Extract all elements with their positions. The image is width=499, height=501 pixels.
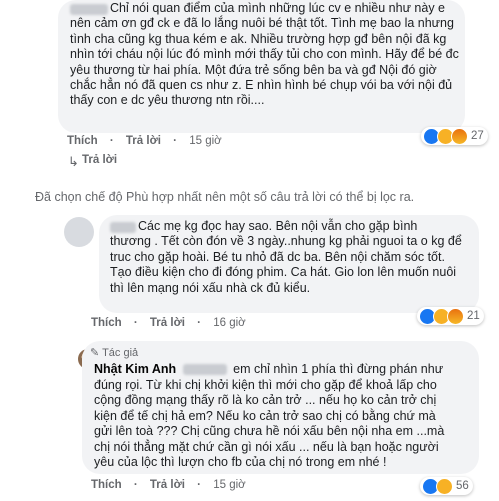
- reaction-summary-1[interactable]: 27: [421, 127, 488, 145]
- comment-first-line-3: Nhật Kim Anh em chỉ nhìn 1 phía thì đừng…: [94, 362, 443, 377]
- reaction-count: 27: [471, 130, 484, 142]
- angry-icon: [447, 307, 464, 325]
- like-link[interactable]: Thích: [91, 479, 122, 491]
- comment-actions-3: Thích · Trả lời · 15 giờ: [91, 479, 255, 491]
- view-replies-link[interactable]: Trả lời: [82, 154, 117, 166]
- separator: ·: [173, 135, 177, 147]
- comment-actions-2: Thích · Trả lời · 16 giờ: [91, 317, 255, 329]
- filter-notice: Đã chọn chế độ Phù hợp nhất nên một số c…: [35, 190, 415, 204]
- separator: ·: [109, 135, 114, 147]
- separator: ·: [133, 479, 138, 491]
- author-name[interactable]: Nhật Kim Anh: [94, 362, 176, 376]
- comment-actions-1: Thích · Trả lời · 15 giờ: [67, 135, 231, 147]
- reply-link[interactable]: Trả lời: [150, 317, 185, 329]
- timestamp[interactable]: 16 giờ: [213, 317, 245, 329]
- reaction-count: 21: [467, 310, 480, 322]
- reaction-summary-3[interactable]: 56: [420, 477, 473, 495]
- reply-link[interactable]: Trả lời: [150, 479, 185, 491]
- reply-link[interactable]: Trả lời: [126, 135, 161, 147]
- like-link[interactable]: Thích: [67, 135, 98, 147]
- author-badge: ✎ Tác giả: [90, 347, 139, 359]
- reaction-summary-2[interactable]: 21: [417, 307, 484, 325]
- avatar[interactable]: [64, 217, 94, 247]
- angry-icon: [451, 127, 468, 145]
- pencil-icon: ✎: [90, 347, 100, 359]
- haha-icon: [436, 477, 453, 495]
- timestamp[interactable]: 15 giờ: [189, 135, 221, 147]
- reaction-count: 56: [456, 480, 469, 492]
- like-link[interactable]: Thích: [91, 317, 122, 329]
- comment-text-first: em chỉ nhìn 1 phía thì đừng phán như: [233, 362, 444, 376]
- redacted-name-3: [182, 364, 227, 376]
- comment-text-3: đúng rọi. Từ khi chị khởi kiện thì mới c…: [94, 378, 445, 470]
- comment-text-2: Các mẹ kg đọc hay sao. Bên nội vẫn cho g…: [110, 219, 462, 295]
- separator: ·: [133, 317, 138, 329]
- comment-text-1: Chỉ nói quan điểm của mình những lúc cv …: [70, 1, 459, 108]
- reply-arrow-icon: ↳: [68, 154, 79, 169]
- separator: ·: [197, 317, 201, 329]
- separator: ·: [197, 479, 201, 491]
- timestamp[interactable]: 15 giờ: [213, 479, 245, 491]
